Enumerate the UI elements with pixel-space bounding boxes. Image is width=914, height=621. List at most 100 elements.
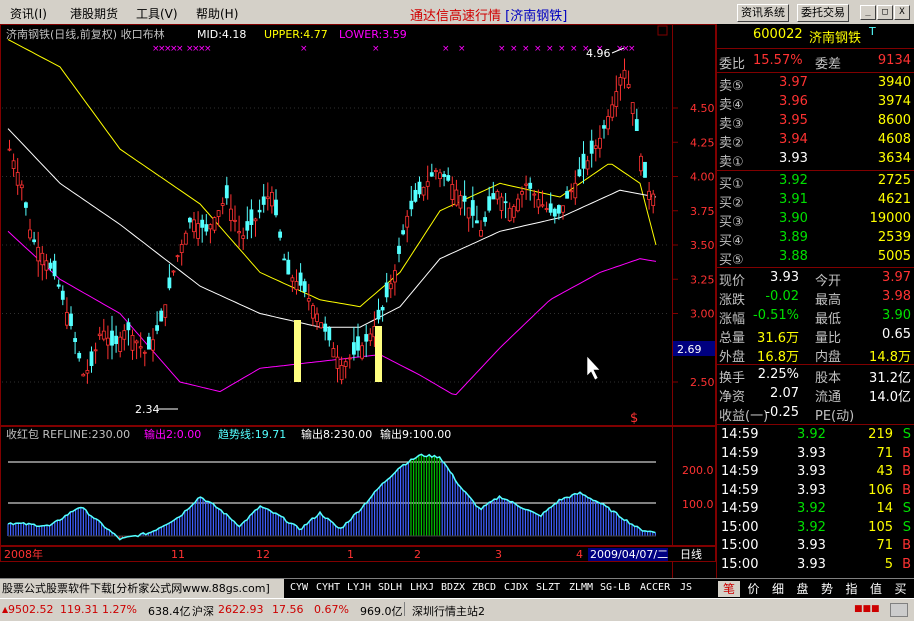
trend-label: 趋势线:19.71: [218, 427, 286, 441]
period-label[interactable]: 日线: [680, 547, 702, 561]
buy-row[interactable]: 买① 3.92 2725: [717, 172, 914, 192]
candle-body: [315, 313, 319, 322]
candle-body: [134, 340, 139, 344]
candle-body: [7, 148, 12, 151]
tick-row[interactable]: 14:59 3.93 71 B: [717, 445, 914, 463]
indicator-tab[interactable]: CYHT: [316, 582, 340, 593]
indicator-tab[interactable]: SDLH: [378, 582, 402, 593]
candle-body: [405, 215, 410, 228]
ad-banner[interactable]: 股票公式股票软件下载[分析家公式网www.88gs.com]: [0, 579, 284, 599]
right-tab[interactable]: 指: [841, 581, 863, 597]
tick-row[interactable]: 15:00 3.92 105 S: [717, 519, 914, 537]
tick-row[interactable]: 14:59 3.92 14 S: [717, 500, 914, 518]
candle-body: [56, 284, 61, 287]
stat-row[interactable]: 涨幅 -0.51% 最低 3.90: [717, 307, 914, 327]
candle-body: [118, 336, 123, 352]
right-tab[interactable]: 盘: [792, 581, 814, 597]
signal-x-marker: ×: [628, 44, 636, 54]
buy-row[interactable]: 买② 3.91 4621: [717, 191, 914, 211]
stat-row[interactable]: 涨跌 -0.02 最高 3.98: [717, 288, 914, 308]
menu-info[interactable]: 资讯(I): [10, 5, 47, 22]
tick-row[interactable]: 14:59 3.92 219 S: [717, 426, 914, 444]
right-tab[interactable]: 价: [743, 581, 765, 597]
tick-row[interactable]: 14:59 3.93 106 B: [717, 482, 914, 500]
indicator-tab[interactable]: LYJH: [347, 582, 371, 593]
signal-x-marker: ×: [204, 44, 212, 54]
buy-row[interactable]: 买⑤ 3.88 5005: [717, 248, 914, 268]
indicator-tab[interactable]: CYW: [290, 582, 308, 593]
candle-body: [208, 224, 213, 230]
candle-body: [593, 145, 598, 149]
stat-row[interactable]: 换手 2.25% 股本 31.2亿: [717, 366, 914, 386]
indicator-tab[interactable]: CJDX: [504, 582, 528, 593]
tick-side: B: [902, 482, 911, 498]
menu-hk-futures[interactable]: 港股期货: [70, 5, 118, 22]
sell-row[interactable]: 卖④ 3.96 3974: [717, 93, 914, 113]
stat-row[interactable]: 收益(一) -0.25 PE(动): [717, 404, 914, 424]
indicator-tab[interactable]: JS: [680, 582, 692, 593]
stat-value: 3.97: [882, 270, 911, 285]
candle-body: [122, 330, 127, 340]
indicator-tab[interactable]: SG-LB: [600, 582, 630, 593]
candle-body: [269, 191, 274, 207]
menu-help[interactable]: 帮助(H): [196, 5, 238, 22]
candle-body: [106, 337, 110, 346]
sell-row[interactable]: 卖⑤ 3.97 3940: [717, 74, 914, 94]
indicator-tab[interactable]: BDZX: [441, 582, 465, 593]
app-title: 通达信高速行情: [410, 9, 502, 24]
stat-row[interactable]: 现价 3.93 今开 3.97: [717, 269, 914, 289]
upper-band-line: [7, 39, 657, 308]
stock-code: 600022: [753, 27, 803, 42]
candle-body: [360, 345, 365, 359]
price-tick-label: 2.50: [690, 376, 715, 389]
indicator-tab[interactable]: ZLMM: [569, 582, 593, 593]
indicator-tab[interactable]: LHXJ: [410, 582, 434, 593]
chart-area[interactable]: 济南钢铁(日线,前复权) 收口布林 MID:4.18 UPPER:4.77 LO…: [0, 24, 716, 578]
trade-button[interactable]: 委托交易: [797, 4, 849, 22]
stat-row[interactable]: 外盘 16.8万 内盘 14.8万: [717, 345, 914, 365]
candle-body: [151, 339, 155, 351]
right-tab[interactable]: 值: [865, 581, 887, 597]
sell-row[interactable]: 卖③ 3.95 8600: [717, 112, 914, 132]
tick-price: 3.92: [797, 501, 826, 516]
right-tab[interactable]: 势: [816, 581, 838, 597]
indicator-tab[interactable]: ACCER: [640, 582, 670, 593]
candle-body: [97, 333, 102, 336]
tick-row[interactable]: 15:00 3.93 5 B: [717, 556, 914, 574]
right-tab[interactable]: 买: [890, 581, 912, 597]
price-tick-label: 4.00: [690, 171, 715, 184]
sell-row[interactable]: 卖② 3.94 4608: [717, 131, 914, 151]
indicator-tab[interactable]: ZBCD: [472, 582, 496, 593]
candle-body: [282, 258, 287, 261]
sell-row[interactable]: 卖① 3.93 3634: [717, 150, 914, 170]
tick-side: B: [902, 464, 911, 479]
candle-body: [503, 201, 508, 204]
stat-row[interactable]: 净资 2.07 流通 14.0亿: [717, 385, 914, 405]
buy-row[interactable]: 买③ 3.90 19000: [717, 210, 914, 230]
buy-volume: 4621: [877, 192, 911, 207]
signal-x-marker: ×: [372, 44, 380, 54]
expand-icon[interactable]: [657, 25, 668, 36]
minimize-icon[interactable]: _: [860, 5, 876, 20]
close-icon[interactable]: X: [894, 5, 910, 20]
maximize-icon[interactable]: □: [877, 5, 893, 20]
menu-tools[interactable]: 工具(V): [136, 5, 178, 22]
sell-label: 卖②: [719, 136, 744, 151]
right-tab[interactable]: 细: [767, 581, 789, 597]
right-tab[interactable]: 笔: [718, 581, 740, 597]
tick-row[interactable]: 15:00 3.93 71 B: [717, 537, 914, 555]
resize-grip-icon[interactable]: [890, 603, 908, 617]
buy-row[interactable]: 买④ 3.89 2539: [717, 229, 914, 249]
info-system-button[interactable]: 资讯系统: [737, 4, 789, 22]
candle-body: [429, 172, 434, 177]
stat-row[interactable]: 总量 31.6万 量比 0.65: [717, 326, 914, 346]
tick-row[interactable]: 14:59 3.93 43 B: [717, 463, 914, 481]
ratio-value: 15.57%: [753, 53, 803, 68]
window-title: 通达信高速行情 [济南钢铁]: [410, 5, 567, 24]
sell-volume: 3940: [877, 75, 911, 90]
candles: [7, 58, 656, 385]
tick-volume: 14: [876, 501, 893, 516]
indicator-tab[interactable]: SLZT: [536, 582, 560, 593]
candle-body: [520, 191, 524, 195]
price-tick-label: 4.25: [690, 136, 715, 149]
